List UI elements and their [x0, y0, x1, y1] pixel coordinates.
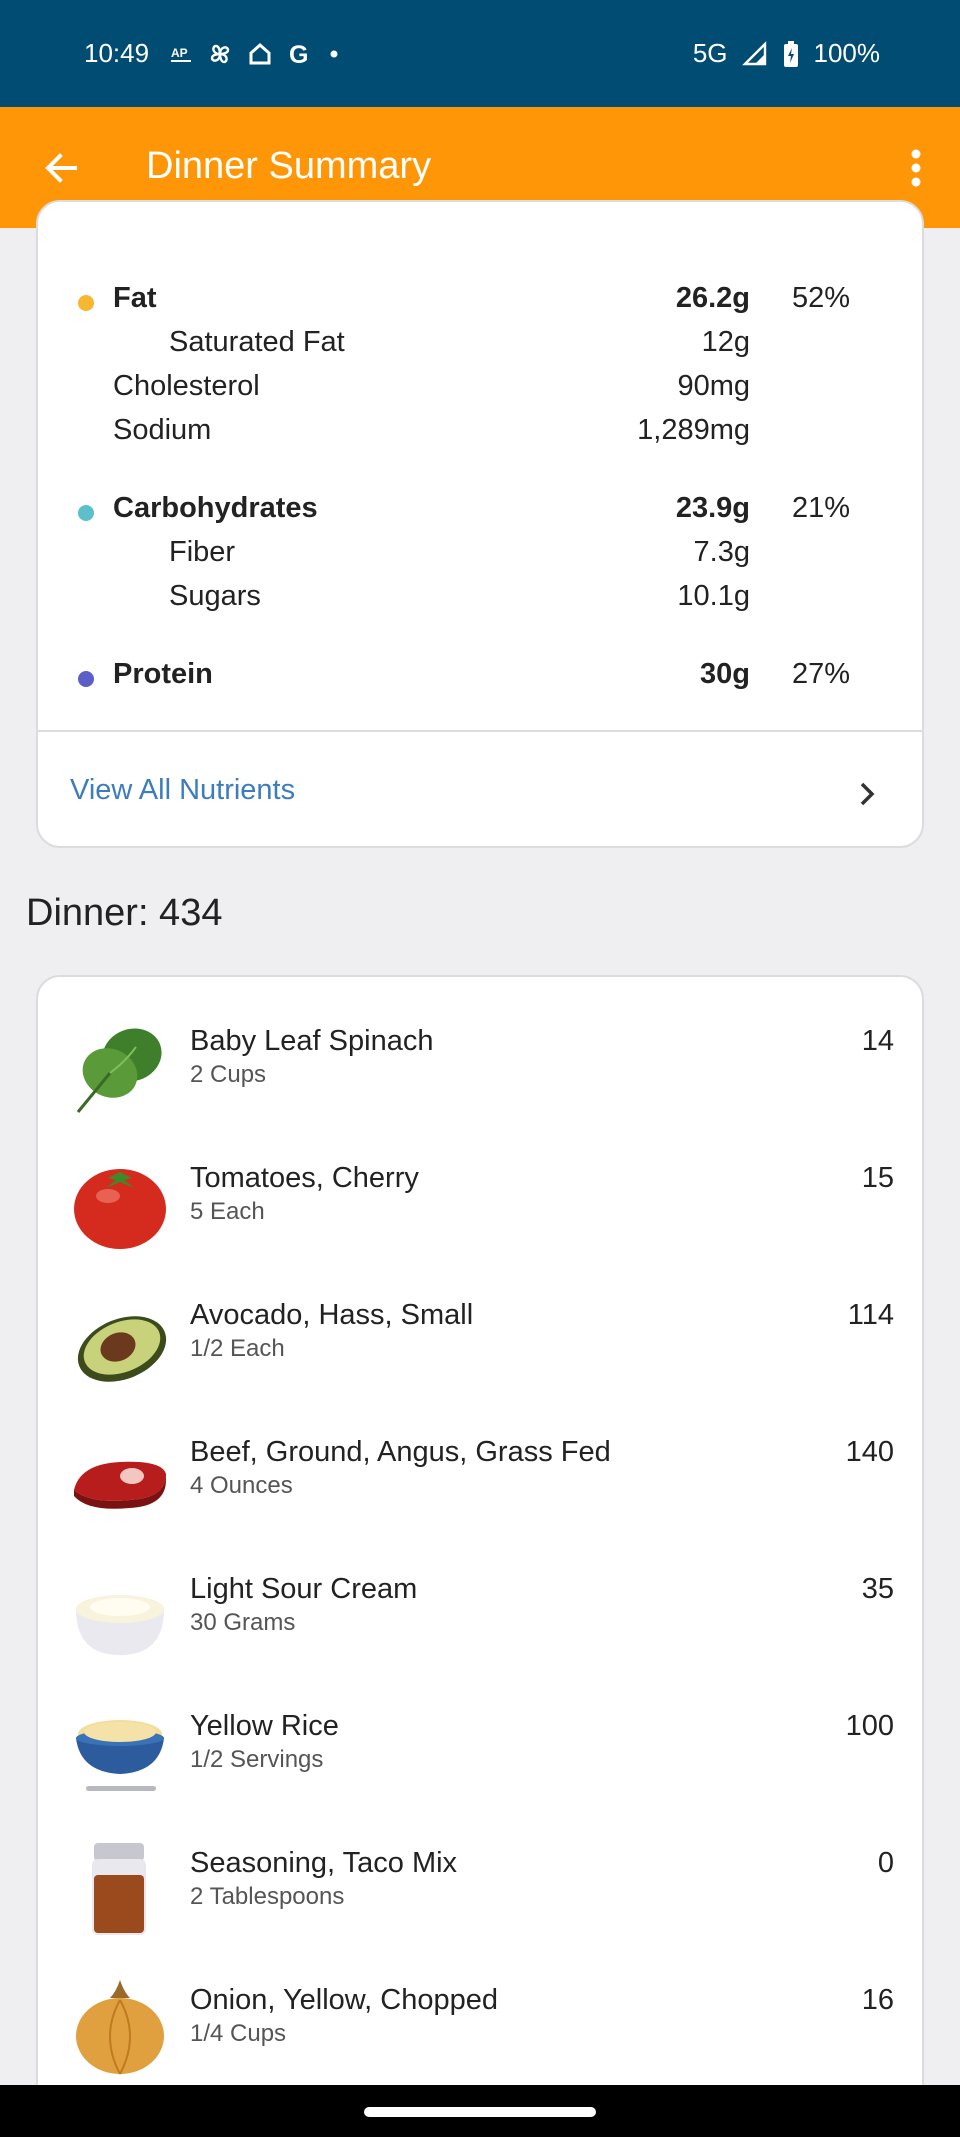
food-calories: 16	[861, 1984, 894, 2016]
food-list-card: Baby Leaf Spinach 2 Cups 14 Tomatoes, Ch…	[36, 975, 924, 2137]
food-name: Baby Leaf Spinach	[190, 1025, 434, 1057]
nutrient-amount: 7.3g	[693, 536, 750, 568]
nutrient-amount: 10.1g	[677, 580, 750, 612]
food-portion: 30 Grams	[190, 1609, 296, 1636]
nutrient-amount: 26.2g	[675, 282, 750, 314]
food-calories: 0	[877, 1847, 894, 1879]
battery-label: 100%	[813, 38, 881, 68]
nutrient-amount: 23.9g	[675, 492, 750, 524]
nutrient-label: Cholesterol	[113, 370, 260, 402]
nutrient-row-protein: Protein 30g 27%	[38, 652, 926, 696]
meal-heading: Dinner: 434	[26, 892, 223, 934]
nutrient-amount: 30g	[700, 658, 750, 690]
nutrient-row-fiber: Fiber 7.3g	[38, 530, 926, 574]
food-calories: 14	[861, 1025, 894, 1057]
food-calories: 140	[845, 1436, 894, 1468]
steak-icon	[74, 1461, 166, 1509]
food-portion: 5 Each	[190, 1198, 265, 1225]
carbohydrates-dot	[78, 505, 94, 521]
nutrient-card: Fat 26.2g 52% Saturated Fat 12g Choleste…	[36, 200, 924, 848]
nutrient-label: Fiber	[169, 536, 236, 568]
signal-icon	[741, 40, 768, 67]
status-right: 5G 100%	[693, 38, 880, 69]
status-time: 10:49	[84, 38, 150, 68]
fat-dot	[78, 295, 94, 311]
arrow-left-icon	[45, 153, 77, 183]
spice-jar-icon	[92, 1843, 146, 1935]
view-all-nutrients-link[interactable]: View All Nutrients	[70, 774, 295, 807]
food-name: Seasoning, Taco Mix	[190, 1847, 458, 1879]
home-icon	[247, 41, 273, 67]
rice-bowl-icon	[76, 1720, 164, 1791]
more-vertical-icon	[911, 149, 921, 187]
food-portion: 2 Tablespoons	[190, 1883, 345, 1910]
nutrient-row-cholesterol: Cholesterol 90mg	[38, 364, 926, 408]
nutrient-row-fat: Fat 26.2g 52%	[38, 276, 926, 320]
avocado-icon	[77, 1316, 167, 1382]
pinwheel-icon	[207, 41, 233, 67]
status-left: 10:49 AP G	[84, 38, 341, 69]
food-name: Avocado, Hass, Small	[190, 1299, 474, 1331]
food-item[interactable]: Beef, Ground, Angus, Grass Fed 4 Ounces …	[38, 1388, 926, 1525]
food-calories: 100	[845, 1710, 894, 1742]
food-item[interactable]: Onion, Yellow, Chopped 1/4 Cups 16	[38, 1936, 926, 2075]
food-name: Onion, Yellow, Chopped	[190, 1984, 498, 2016]
food-item[interactable]: Tomatoes, Cherry 5 Each 15	[38, 1114, 926, 1251]
onion-icon	[76, 1980, 164, 2075]
more-options-button[interactable]	[898, 143, 934, 193]
food-portion: 2 Cups	[190, 1061, 267, 1088]
spinach-icon	[76, 1028, 162, 1113]
google-icon: G	[287, 41, 313, 67]
home-gesture-handle[interactable]	[364, 2107, 596, 2117]
nutrient-row-carbohydrates: Carbohydrates 23.9g 21%	[38, 486, 926, 530]
food-item[interactable]: Light Sour Cream 30 Grams 35	[38, 1525, 926, 1662]
nutrient-row-sodium: Sodium 1,289mg	[38, 408, 926, 452]
nutrient-percent: 52%	[791, 282, 850, 314]
back-button[interactable]	[36, 143, 86, 193]
nutrient-label: Sugars	[169, 580, 261, 612]
chevron-right-icon[interactable]	[852, 774, 882, 814]
ap-news-icon: AP	[169, 42, 193, 66]
card-divider	[38, 730, 922, 732]
svg-text:G: G	[289, 41, 308, 67]
nutrient-amount: 90mg	[677, 370, 750, 402]
food-item[interactable]: Baby Leaf Spinach 2 Cups 14	[38, 977, 926, 1114]
nutrient-label: Sodium	[113, 414, 212, 446]
food-name: Beef, Ground, Angus, Grass Fed	[190, 1436, 611, 1468]
svg-text:AP: AP	[171, 46, 188, 60]
nutrient-amount: 1,289mg	[637, 414, 750, 446]
status-bar: 10:49 AP G 5G 100%	[0, 0, 960, 107]
food-portion: 4 Ounces	[190, 1472, 293, 1499]
food-portion: 1/4 Cups	[190, 2020, 287, 2047]
food-item[interactable]: Yellow Rice 1/2 Servings 100	[38, 1662, 926, 1799]
nutrient-label: Carbohydrates	[113, 492, 318, 524]
food-name: Tomatoes, Cherry	[190, 1162, 419, 1194]
page-title: Dinner Summary	[146, 145, 432, 187]
food-name: Yellow Rice	[190, 1710, 339, 1742]
nutrient-amount: 12g	[701, 326, 750, 358]
nutrient-label: Fat	[113, 282, 157, 314]
food-name: Light Sour Cream	[190, 1573, 418, 1605]
nutrient-percent: 21%	[791, 492, 850, 524]
nutrient-label: Protein	[113, 658, 213, 690]
food-calories: 15	[861, 1162, 894, 1194]
battery-icon	[782, 40, 800, 68]
nutrient-row-saturated-fat: Saturated Fat 12g	[38, 320, 926, 364]
food-item[interactable]: Avocado, Hass, Small 1/2 Each 114	[38, 1251, 926, 1388]
nutrient-percent: 27%	[791, 658, 850, 690]
protein-dot	[78, 671, 94, 687]
network-label: 5G	[692, 38, 728, 68]
navigation-bar	[0, 2085, 960, 2137]
food-calories: 114	[847, 1299, 894, 1331]
food-portion: 1/2 Servings	[190, 1746, 324, 1773]
dot-icon	[327, 47, 341, 61]
sour-cream-icon	[76, 1595, 164, 1655]
nutrient-label: Saturated Fat	[169, 326, 345, 358]
nutrient-row-sugars: Sugars 10.1g	[38, 574, 926, 618]
food-item[interactable]: Seasoning, Taco Mix 2 Tablespoons 0	[38, 1799, 926, 1936]
tomato-icon	[74, 1169, 166, 1249]
food-calories: 35	[861, 1573, 894, 1605]
food-portion: 1/2 Each	[190, 1335, 285, 1362]
